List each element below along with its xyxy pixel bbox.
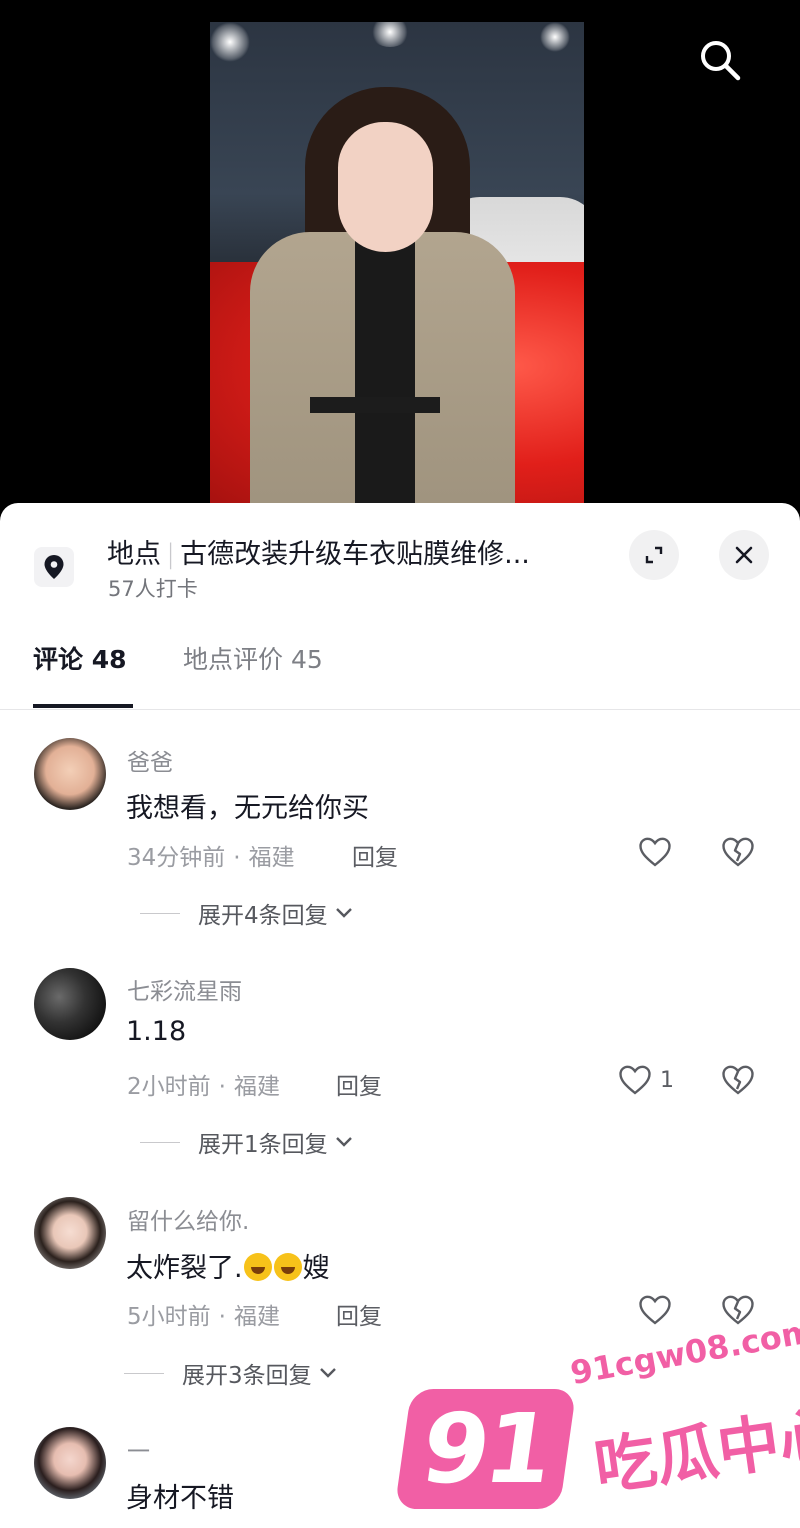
comment-region: 福建	[233, 1074, 280, 1100]
close-button[interactable]	[719, 530, 769, 580]
expand-replies-label: 展开4条回复	[198, 903, 328, 929]
expand-replies-label: 展开3条回复	[182, 1363, 312, 1389]
divider	[140, 1141, 180, 1143]
divider	[0, 709, 800, 710]
comment-meta: 34分钟前 · 福建	[127, 838, 295, 872]
tab-location-reviews[interactable]: 地点评价 45	[183, 640, 323, 676]
ceiling-light	[540, 22, 570, 52]
comment-region: 福建	[233, 1304, 280, 1330]
broken-heart-icon	[722, 1295, 754, 1325]
expand-icon	[645, 546, 663, 564]
chevron-down-icon	[335, 908, 352, 918]
active-tab-indicator	[33, 704, 133, 708]
person-face	[338, 122, 433, 252]
divider	[124, 1372, 164, 1374]
ceiling-light	[370, 22, 410, 47]
expand-replies[interactable]: 展开4条回复	[140, 896, 354, 930]
dislike-button[interactable]	[721, 1064, 755, 1100]
checkin-count: 57人打卡	[108, 577, 198, 601]
like-count: 1	[660, 1067, 674, 1093]
person-inner-top	[355, 237, 415, 512]
location-label: 地点	[107, 539, 161, 570]
avatar[interactable]	[34, 1197, 106, 1269]
comment-time: 2小时前	[127, 1074, 211, 1100]
comment-text-part: 太炸裂了.	[126, 1253, 243, 1284]
like-button[interactable]: 1	[618, 1064, 674, 1096]
location-name: 古德改装升级车衣贴膜维修...	[180, 539, 530, 570]
ceiling-light	[210, 22, 250, 62]
avatar[interactable]	[34, 1427, 106, 1499]
expand-button[interactable]	[629, 530, 679, 580]
heart-icon	[639, 837, 671, 867]
location-title[interactable]: 地点 | 古德改装升级车衣贴膜维修...	[107, 532, 530, 571]
tab-comments[interactable]: 评论 48	[33, 640, 127, 676]
divider: |	[166, 539, 176, 570]
close-icon	[735, 546, 753, 564]
comment-meta: 2小时前 · 福建	[127, 1067, 280, 1101]
video-player[interactable]	[0, 0, 800, 530]
comment-text: 太炸裂了. 嫂	[126, 1246, 330, 1285]
avatar[interactable]	[34, 968, 106, 1040]
comment-meta: 5小时前 · 福建	[127, 1297, 280, 1331]
laughing-emoji-icon	[273, 1253, 302, 1281]
broken-heart-icon	[722, 1065, 754, 1095]
dislike-button[interactable]	[721, 836, 755, 872]
chevron-down-icon	[335, 1137, 352, 1147]
reply-button[interactable]: 回复	[336, 1067, 382, 1101]
meta-separator: ·	[218, 1074, 226, 1100]
divider	[140, 912, 180, 914]
comment-text: 身材不错	[126, 1483, 234, 1514]
expand-replies[interactable]: 展开1条回复	[140, 1125, 354, 1159]
avatar[interactable]	[34, 738, 106, 810]
comment-username[interactable]: 爸爸	[127, 743, 173, 777]
laughing-emoji-icon	[243, 1253, 272, 1281]
comment-text: 1.18	[126, 1016, 187, 1047]
comment-text-part: 嫂	[302, 1253, 330, 1284]
like-button[interactable]	[638, 836, 672, 868]
location-pin-icon	[34, 547, 74, 587]
comment-username[interactable]: 留什么给你.	[127, 1202, 249, 1236]
broken-heart-icon	[722, 837, 754, 867]
expand-replies-label: 展开1条回复	[198, 1132, 328, 1158]
chevron-down-icon	[319, 1368, 336, 1378]
expand-replies[interactable]: 展开3条回复	[124, 1356, 338, 1390]
video-frame[interactable]	[210, 22, 584, 512]
meta-separator: ·	[218, 1304, 226, 1330]
like-button[interactable]	[638, 1294, 672, 1326]
person-belt	[310, 397, 440, 413]
comment-time: 34分钟前	[127, 845, 226, 871]
reply-button[interactable]: 回复	[336, 1297, 382, 1331]
meta-separator: ·	[233, 845, 241, 871]
comment-username[interactable]: 七彩流星雨	[127, 972, 242, 1006]
comment-text: 我想看，无元给你买	[126, 793, 369, 824]
dislike-button[interactable]	[721, 1294, 755, 1330]
heart-icon	[619, 1065, 651, 1095]
comment-username[interactable]: 一	[127, 1432, 150, 1466]
search-icon[interactable]	[696, 36, 744, 84]
reply-button[interactable]: 回复	[352, 838, 398, 872]
comment-region: 福建	[248, 845, 295, 871]
heart-icon	[639, 1295, 671, 1325]
comment-time: 5小时前	[127, 1304, 211, 1330]
